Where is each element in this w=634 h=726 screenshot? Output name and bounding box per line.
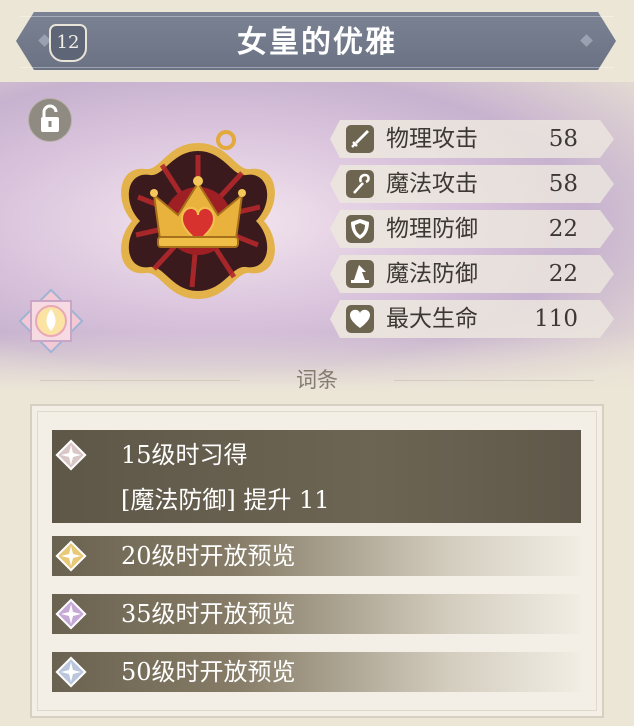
stat-value: 58: [548, 126, 578, 152]
unlock-icon[interactable]: [28, 98, 72, 142]
stat-row-physical-attack: 物理攻击 58: [330, 120, 614, 158]
item-title: 女皇的优雅: [237, 25, 397, 60]
affix-item-label: 35级时开放预览: [121, 600, 296, 628]
stat-row-magic-defense: 魔法防御 22: [330, 255, 614, 293]
stat-label: 魔法防御: [386, 261, 478, 287]
stat-label: 最大生命: [386, 306, 478, 332]
stat-label: 魔法攻击: [386, 171, 478, 197]
affix-gem-silver-icon: [55, 656, 87, 688]
heart-icon: [346, 305, 374, 333]
affix-gem-icon: [55, 439, 87, 471]
lotus-emblem-icon[interactable]: [18, 288, 84, 354]
stat-value: 110: [534, 306, 578, 332]
shield-icon: [346, 215, 374, 243]
affix-gem-gold-icon: [55, 540, 87, 572]
affix-heading: 词条: [296, 368, 338, 392]
crown-medal-icon: [121, 130, 275, 299]
affix-item-label: 50级时开放预览: [121, 658, 296, 686]
affix-gem-rainbow-icon: [55, 598, 87, 630]
stat-value: 58: [548, 171, 578, 197]
stat-label: 物理防御: [386, 216, 478, 242]
sword-icon: [346, 125, 374, 153]
stat-label: 物理攻击: [386, 126, 478, 152]
stat-value: 22: [548, 216, 578, 242]
affix-item-description: [魔法防御] 提升 11: [121, 486, 330, 514]
stat-value: 22: [548, 261, 578, 287]
wizard-hat-icon: [346, 260, 374, 288]
staff-icon: [346, 170, 374, 198]
affix-item-label: 20级时开放预览: [121, 542, 296, 570]
stat-row-max-hp: 最大生命 110: [330, 300, 614, 338]
stat-row-magic-attack: 魔法攻击 58: [330, 165, 614, 203]
affix-item-label: 15级时习得: [121, 441, 248, 469]
stat-row-physical-defense: 物理防御 22: [330, 210, 614, 248]
